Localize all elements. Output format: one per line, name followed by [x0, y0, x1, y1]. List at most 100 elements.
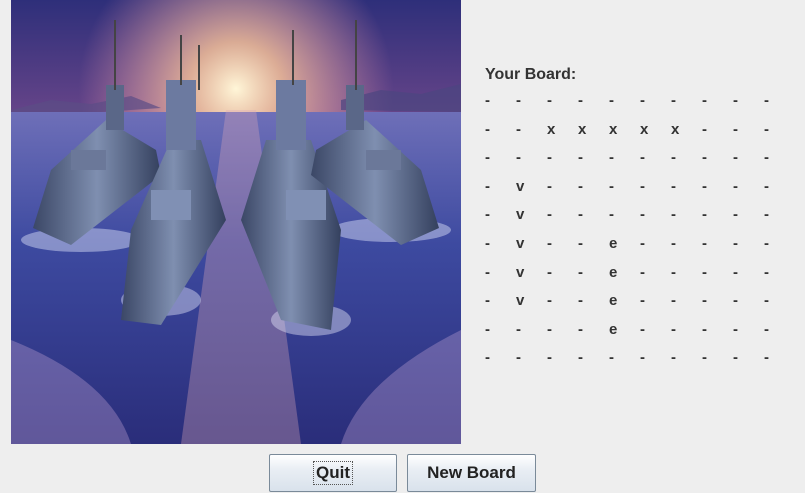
board-cell: - — [640, 149, 645, 167]
board-cell: - — [702, 320, 707, 338]
board-cell: - — [640, 320, 645, 338]
board-panel: Your Board: ------------xxxxx-----------… — [485, 64, 785, 373]
board-cell: x — [640, 120, 649, 138]
board-cell: - — [702, 92, 707, 109]
board-cell: - — [671, 234, 676, 252]
board-cell: - — [516, 320, 521, 338]
app-window: Your Board: ------------xxxxx-----------… — [0, 0, 805, 493]
quit-button-label: Quit — [313, 461, 353, 485]
board-cell: - — [671, 177, 676, 195]
board-cell: - — [485, 263, 490, 281]
board-cell: - — [547, 177, 552, 195]
board-cell: - — [578, 292, 583, 310]
board-cell: e — [609, 234, 618, 252]
board-cell: - — [702, 263, 707, 281]
board-cell: v — [516, 263, 525, 281]
board-cell: - — [702, 349, 707, 367]
board-cell: - — [764, 206, 769, 224]
board-cell: v — [516, 292, 525, 310]
board-cell: - — [640, 206, 645, 224]
board-cell: x — [547, 120, 556, 138]
board-cell: - — [547, 234, 552, 252]
board-cell: - — [609, 177, 614, 195]
board-cell: - — [578, 149, 583, 167]
board-cell: - — [609, 92, 614, 109]
new-board-button-label: New Board — [427, 463, 516, 482]
battleship-banner-image — [11, 0, 461, 444]
board-cell: v — [516, 234, 525, 252]
board-cell: v — [516, 177, 525, 195]
board-cell: e — [609, 320, 618, 338]
board-cell: - — [609, 206, 614, 224]
board-cell: - — [578, 320, 583, 338]
board-cell: - — [702, 120, 707, 138]
board-cell: - — [733, 177, 738, 195]
board-cell: - — [485, 149, 490, 167]
quit-button[interactable]: Quit — [269, 454, 397, 492]
board-cell: - — [702, 177, 707, 195]
board-cell: - — [733, 349, 738, 367]
board-cell: - — [485, 292, 490, 310]
board-cell: - — [764, 292, 769, 310]
board-cell: - — [547, 263, 552, 281]
board-cell: - — [485, 92, 490, 109]
board-cell: - — [764, 263, 769, 281]
board-cell: - — [640, 349, 645, 367]
board-cell: - — [609, 349, 614, 367]
board-cell: e — [609, 292, 618, 310]
board-cell: - — [485, 120, 490, 138]
board-cell: - — [764, 120, 769, 138]
board-cell: - — [733, 292, 738, 310]
board-cell: - — [702, 234, 707, 252]
board-cell: - — [671, 349, 676, 367]
new-board-button[interactable]: New Board — [407, 454, 536, 492]
board-cell: x — [578, 120, 587, 138]
board-cell: - — [547, 349, 552, 367]
board-cell: - — [640, 292, 645, 310]
board-cell: - — [764, 177, 769, 195]
board-cell: x — [609, 120, 618, 138]
board-cell: e — [609, 263, 618, 281]
board-cell: - — [764, 349, 769, 367]
board-cell: - — [764, 320, 769, 338]
board-cell: v — [516, 206, 525, 224]
board-title: Your Board: — [485, 66, 577, 83]
board-cell: - — [578, 177, 583, 195]
board-cell: - — [516, 349, 521, 367]
board-cell: - — [733, 263, 738, 281]
board-cell: - — [640, 92, 645, 109]
board-grid: - - - - - - - - - - - - x x x x x - - - - - - - - - - - - - - v - - - - - - - -… — [485, 87, 785, 373]
board-cell: - — [671, 206, 676, 224]
board-cell: - — [733, 234, 738, 252]
board-cell: - — [733, 149, 738, 167]
board-cell: x — [671, 120, 680, 138]
board-cell: - — [671, 149, 676, 167]
board-cell: - — [578, 349, 583, 367]
board-cell: - — [547, 206, 552, 224]
board-cell: - — [671, 263, 676, 281]
board-cell: - — [702, 206, 707, 224]
board-cell: - — [485, 349, 490, 367]
board-cell: - — [733, 120, 738, 138]
board-cell: - — [733, 92, 738, 109]
board-cell: - — [578, 234, 583, 252]
board-cell: - — [485, 320, 490, 338]
board-cell: - — [671, 292, 676, 310]
board-cell: - — [547, 292, 552, 310]
board-cell: - — [702, 292, 707, 310]
board-cell: - — [516, 92, 521, 109]
board-cell: - — [578, 92, 583, 109]
board-cell: - — [578, 206, 583, 224]
board-cell: - — [485, 177, 490, 195]
board-cell: - — [764, 92, 769, 109]
board-cell: - — [640, 263, 645, 281]
board-cell: - — [485, 206, 490, 224]
board-cell: - — [702, 149, 707, 167]
board-cell: - — [609, 149, 614, 167]
board-cell: - — [640, 177, 645, 195]
board-cell: - — [578, 263, 583, 281]
board-cell: - — [547, 92, 552, 109]
board-cell: - — [764, 149, 769, 167]
board-cell: - — [485, 234, 490, 252]
board-cell: - — [671, 320, 676, 338]
